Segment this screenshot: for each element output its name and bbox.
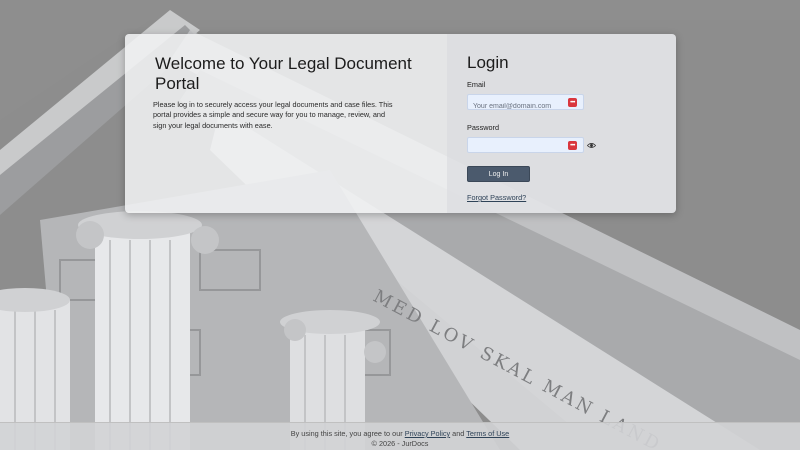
password-field-box: •••: [467, 137, 584, 157]
login-title: Login: [467, 53, 509, 72]
terms-of-use-link[interactable]: Terms of Use: [466, 429, 509, 438]
email-label: Email: [467, 80, 486, 89]
email-field-box: •••: [467, 94, 584, 114]
footer-conjunction: and: [452, 429, 465, 438]
welcome-title: Welcome to Your Legal Document Portal: [155, 54, 412, 93]
forgot-password-link[interactable]: Forgot Password?: [467, 193, 526, 202]
password-row: •••: [467, 137, 656, 157]
welcome-pane: Welcome to Your Legal Document Portal Pl…: [125, 34, 447, 213]
login-card: Welcome to Your Legal Document Portal Pl…: [125, 34, 676, 213]
footer-copyright: © 2026 - JurDocs: [371, 439, 429, 448]
password-manager-icon[interactable]: •••: [568, 98, 577, 107]
footer-prefix: By using this site, you agree to our: [290, 429, 403, 438]
password-input[interactable]: [468, 142, 583, 157]
email-input[interactable]: [468, 99, 583, 114]
password-manager-icon[interactable]: •••: [568, 141, 577, 150]
email-row: •••: [467, 94, 656, 114]
footer-consent: By using this site, you agree to our Pri…: [0, 429, 800, 439]
password-label: Password: [467, 123, 500, 132]
eye-icon[interactable]: [587, 141, 596, 150]
footer: By using this site, you agree to our Pri…: [0, 422, 800, 450]
login-button[interactable]: Log In: [467, 166, 530, 182]
privacy-policy-link[interactable]: Privacy Policy: [405, 429, 450, 438]
welcome-text: Please log in to securely access your le…: [153, 100, 393, 130]
login-pane: Login Email ••• Password ••• Log In Forg…: [447, 34, 676, 213]
